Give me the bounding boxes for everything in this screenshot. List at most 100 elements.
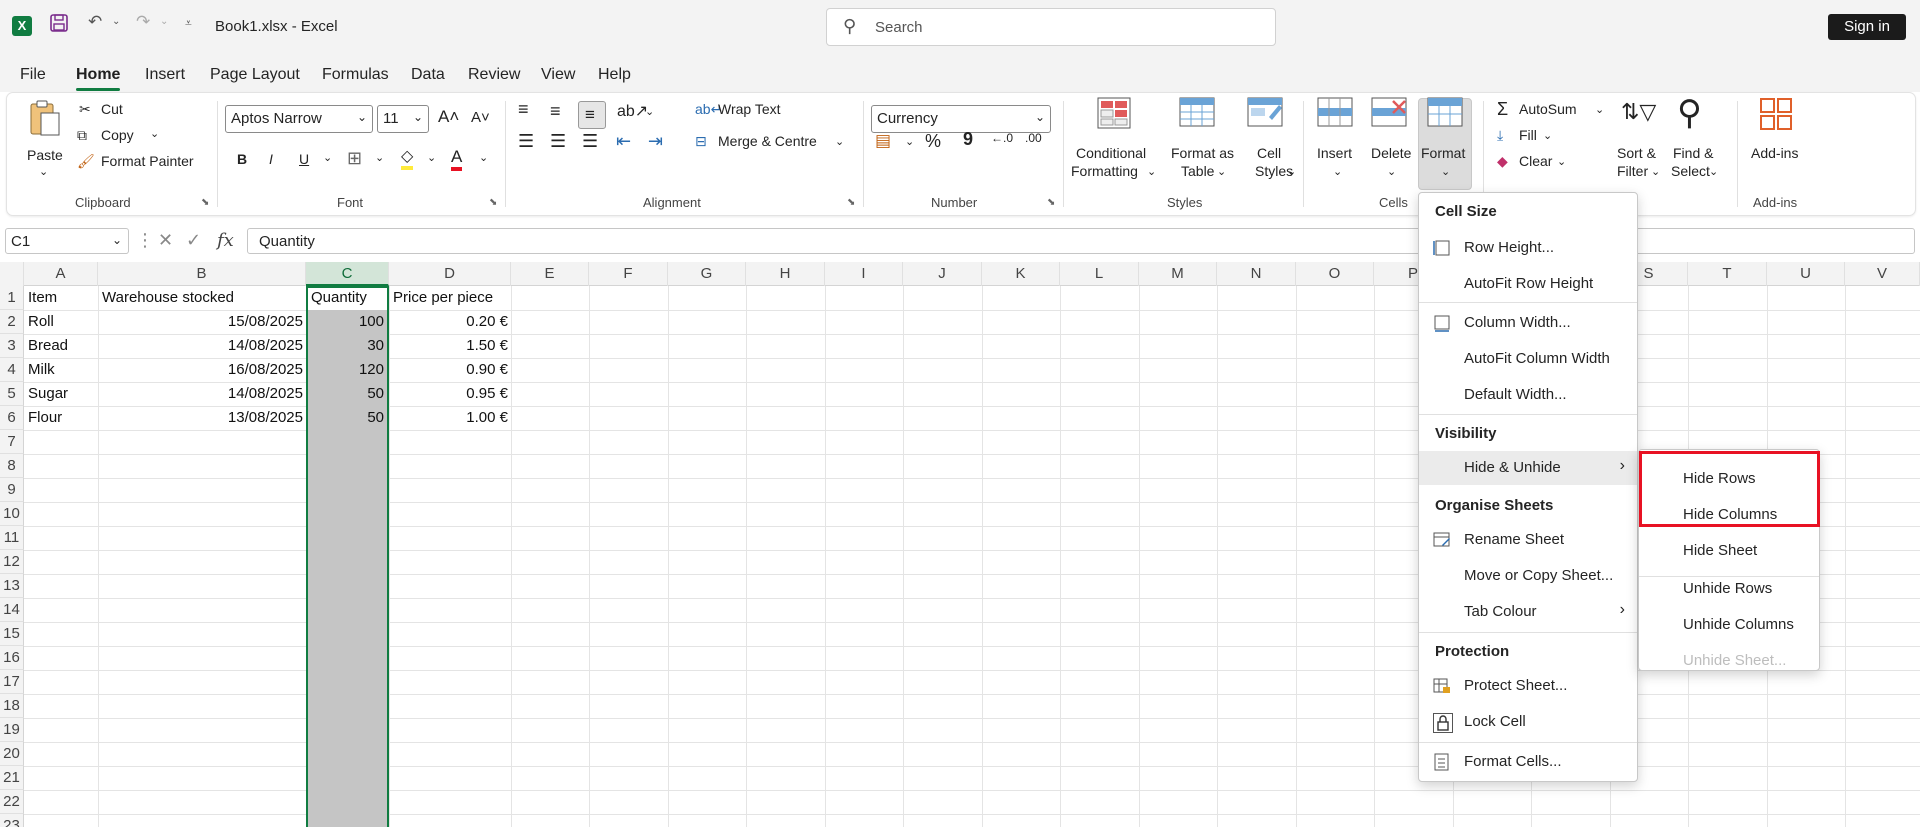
cell-c6[interactable]: 50: [308, 406, 387, 430]
column-header-l[interactable]: L: [1060, 262, 1139, 286]
cell-a3[interactable]: Bread: [25, 334, 98, 358]
formula-input[interactable]: Quantity: [247, 228, 1915, 254]
column-header-j[interactable]: J: [903, 262, 982, 286]
tab-formulas[interactable]: Formulas: [322, 66, 389, 84]
find-select-button[interactable]: Find &: [1673, 145, 1713, 161]
row-header[interactable]: 22: [0, 790, 24, 814]
decrease-decimal-icon[interactable]: .00: [1025, 131, 1042, 145]
cell-a2[interactable]: Roll: [25, 310, 98, 334]
delete-dropdown-icon[interactable]: ⌄: [1387, 165, 1396, 178]
conditional-formatting-button[interactable]: Conditional: [1076, 145, 1146, 161]
tab-data[interactable]: Data: [411, 66, 445, 84]
menu-item-format-cells[interactable]: Format Cells...: [1419, 745, 1637, 779]
wrap-text-button[interactable]: Wrap Text: [718, 101, 781, 117]
cell-d4[interactable]: 0.90 €: [390, 358, 511, 382]
insert-dropdown-icon[interactable]: ⌄: [1333, 165, 1342, 178]
underline-dropdown-icon[interactable]: ⌄: [323, 151, 332, 164]
row-header[interactable]: 3: [0, 334, 24, 358]
autosum-button[interactable]: AutoSum: [1519, 101, 1577, 117]
cell-c3[interactable]: 30: [308, 334, 387, 358]
row-header[interactable]: 9: [0, 478, 24, 502]
column-header-b[interactable]: B: [98, 262, 306, 286]
format-table-dropdown-icon[interactable]: ⌄: [1217, 165, 1226, 178]
number-launcher-icon[interactable]: ⬊: [1047, 197, 1055, 208]
column-header-h[interactable]: H: [746, 262, 825, 286]
row-header[interactable]: 23: [0, 814, 24, 827]
tab-page-layout[interactable]: Page Layout: [210, 66, 300, 84]
cell-a5[interactable]: Sugar: [25, 382, 98, 406]
delete-cells-icon[interactable]: [1371, 97, 1409, 134]
borders-icon[interactable]: ⊞: [347, 148, 362, 169]
column-header-u[interactable]: U: [1767, 262, 1845, 286]
menu-item-autofit-column-width[interactable]: AutoFit Column Width: [1419, 342, 1637, 376]
column-header-c[interactable]: C: [306, 262, 389, 286]
increase-font-icon[interactable]: A˄: [438, 107, 459, 127]
row-header[interactable]: 18: [0, 694, 24, 718]
paste-dropdown-icon[interactable]: ⌄: [39, 165, 48, 178]
decrease-indent-icon[interactable]: ⇤: [616, 131, 631, 152]
format-as-table-icon[interactable]: [1179, 97, 1217, 134]
sort-dropdown-icon[interactable]: ⌄: [1651, 165, 1660, 178]
select-all-corner[interactable]: [0, 262, 24, 286]
clear-dropdown-icon[interactable]: ⌄: [1557, 155, 1566, 168]
sign-in-button[interactable]: Sign in: [1828, 14, 1906, 40]
column-header-a[interactable]: A: [24, 262, 98, 286]
column-header-f[interactable]: F: [589, 262, 668, 286]
cell-c5[interactable]: 50: [308, 382, 387, 406]
cell-styles-button[interactable]: Cell: [1257, 145, 1281, 161]
font-launcher-icon[interactable]: ⬊: [489, 197, 497, 208]
undo-icon[interactable]: ↶: [88, 12, 102, 32]
row-header[interactable]: 11: [0, 526, 24, 550]
column-header-m[interactable]: M: [1139, 262, 1217, 286]
cell-b3[interactable]: 14/08/2025: [99, 334, 306, 358]
cell-d3[interactable]: 1.50 €: [390, 334, 511, 358]
column-header-o[interactable]: O: [1296, 262, 1374, 286]
merge-dropdown-icon[interactable]: ⌄: [835, 135, 844, 148]
copy-button[interactable]: Copy: [101, 127, 134, 143]
cell-b1[interactable]: Warehouse stocked: [99, 286, 306, 310]
bold-button[interactable]: B: [237, 151, 247, 167]
increase-indent-icon[interactable]: ⇥: [648, 131, 663, 152]
comma-style-button[interactable]: 9: [963, 129, 973, 150]
row-header[interactable]: 17: [0, 670, 24, 694]
row-header[interactable]: 5: [0, 382, 24, 406]
accounting-dropdown-icon[interactable]: ⌄: [905, 135, 914, 148]
row-header[interactable]: 12: [0, 550, 24, 574]
tab-view[interactable]: View: [541, 66, 575, 84]
menu-item-autofit-row-height[interactable]: AutoFit Row Height: [1419, 267, 1637, 301]
column-header-g[interactable]: G: [668, 262, 746, 286]
menu-item-protect-sheet[interactable]: Protect Sheet...: [1419, 669, 1637, 703]
tab-review[interactable]: Review: [468, 66, 520, 84]
column-header-i[interactable]: I: [825, 262, 903, 286]
clear-button[interactable]: Clear: [1519, 153, 1552, 169]
autosum-dropdown-icon[interactable]: ⌄: [1595, 103, 1604, 116]
tab-home[interactable]: Home: [76, 66, 121, 91]
align-middle-icon[interactable]: ≡: [550, 101, 561, 122]
menu-item-unhide-columns[interactable]: Unhide Columns: [1683, 616, 1794, 633]
menu-item-lock-cell[interactable]: Lock Cell: [1419, 705, 1637, 739]
menu-item-row-height[interactable]: Row Height...: [1419, 231, 1637, 265]
row-header[interactable]: 4: [0, 358, 24, 382]
conditional-dropdown-icon[interactable]: ⌄: [1147, 165, 1156, 178]
save-icon[interactable]: [50, 14, 68, 37]
find-select-icon[interactable]: ⚲: [1677, 93, 1702, 133]
decrease-font-icon[interactable]: A˅: [471, 109, 490, 126]
row-header[interactable]: 6: [0, 406, 24, 430]
cell-b2[interactable]: 15/08/2025: [99, 310, 306, 334]
cell-styles-icon[interactable]: [1247, 97, 1285, 134]
cell-d6[interactable]: 1.00 €: [390, 406, 511, 430]
undo-dropdown-icon[interactable]: ⌄: [112, 16, 120, 27]
insert-cells-icon[interactable]: [1317, 97, 1355, 134]
add-ins-button[interactable]: Add-ins: [1751, 145, 1798, 161]
format-button[interactable]: Format: [1421, 145, 1465, 161]
formula-bar-more-icon[interactable]: ⋮: [136, 230, 154, 251]
copy-dropdown-icon[interactable]: ⌄: [150, 127, 159, 140]
find-dropdown-icon[interactable]: ⌄: [1709, 165, 1718, 178]
align-left-icon[interactable]: ☰: [518, 131, 534, 152]
cell-c1[interactable]: Quantity: [308, 286, 387, 310]
row-header[interactable]: 7: [0, 430, 24, 454]
font-family-select[interactable]: Aptos Narrow ⌄: [225, 105, 373, 133]
sort-filter-icon[interactable]: ⇅▽: [1621, 99, 1656, 125]
row-header[interactable]: 14: [0, 598, 24, 622]
fill-color-icon[interactable]: ◇: [401, 148, 414, 170]
